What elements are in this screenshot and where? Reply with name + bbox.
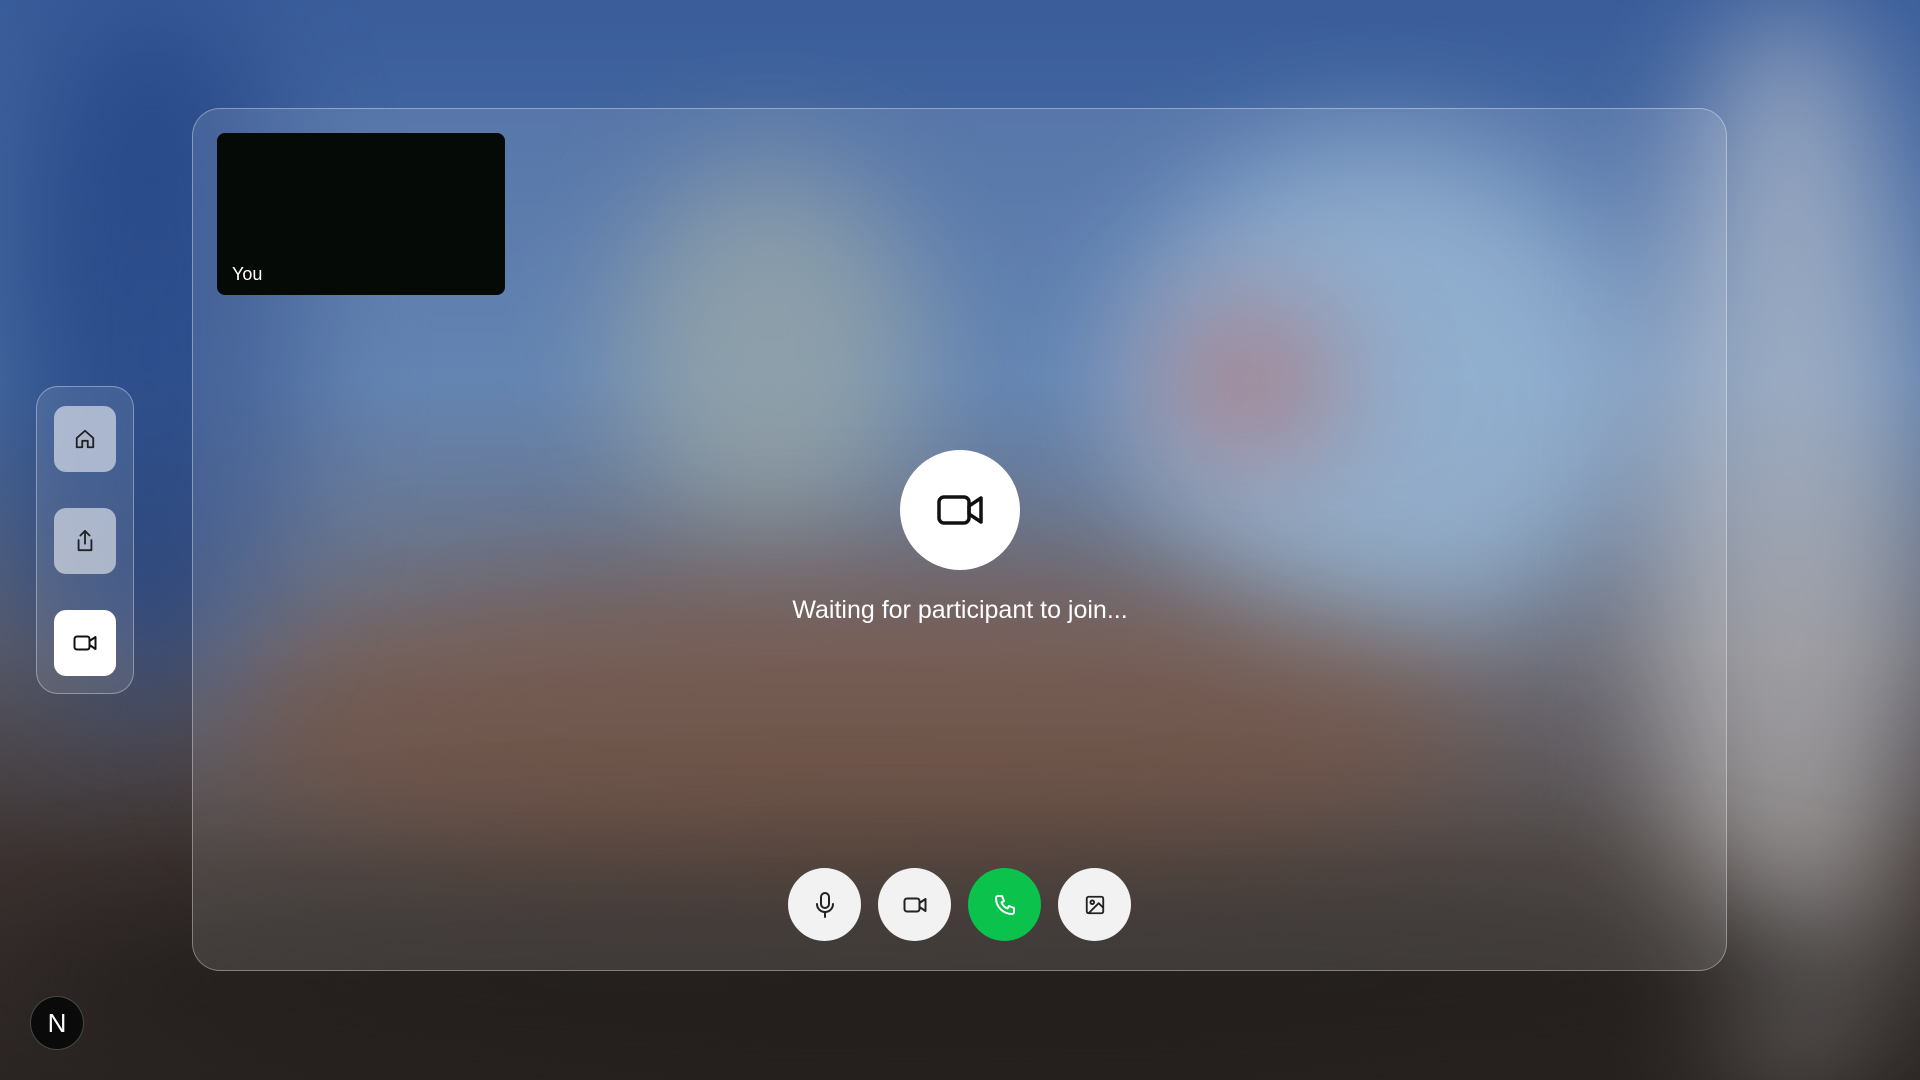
start-call-button[interactable] bbox=[968, 868, 1041, 941]
image-icon bbox=[1085, 895, 1104, 914]
waiting-status-text: Waiting for participant to join... bbox=[792, 596, 1128, 624]
image-button[interactable] bbox=[1058, 868, 1131, 941]
home-icon bbox=[75, 429, 95, 449]
share-icon bbox=[77, 530, 93, 552]
app-logo-badge[interactable]: N bbox=[30, 996, 84, 1050]
mute-microphone-button[interactable] bbox=[788, 868, 861, 941]
video-camera-icon bbox=[73, 635, 97, 651]
microphone-icon bbox=[815, 891, 834, 918]
share-button[interactable] bbox=[54, 508, 116, 574]
self-view-label: You bbox=[232, 264, 263, 284]
toggle-camera-button[interactable] bbox=[878, 868, 951, 941]
self-video-preview: You bbox=[217, 133, 505, 295]
video-camera-icon bbox=[903, 897, 926, 912]
phone-icon bbox=[994, 894, 1015, 915]
home-button[interactable] bbox=[54, 406, 116, 472]
waiting-camera-badge bbox=[900, 450, 1020, 570]
video-call-button[interactable] bbox=[54, 610, 116, 676]
video-camera-icon bbox=[937, 495, 983, 525]
